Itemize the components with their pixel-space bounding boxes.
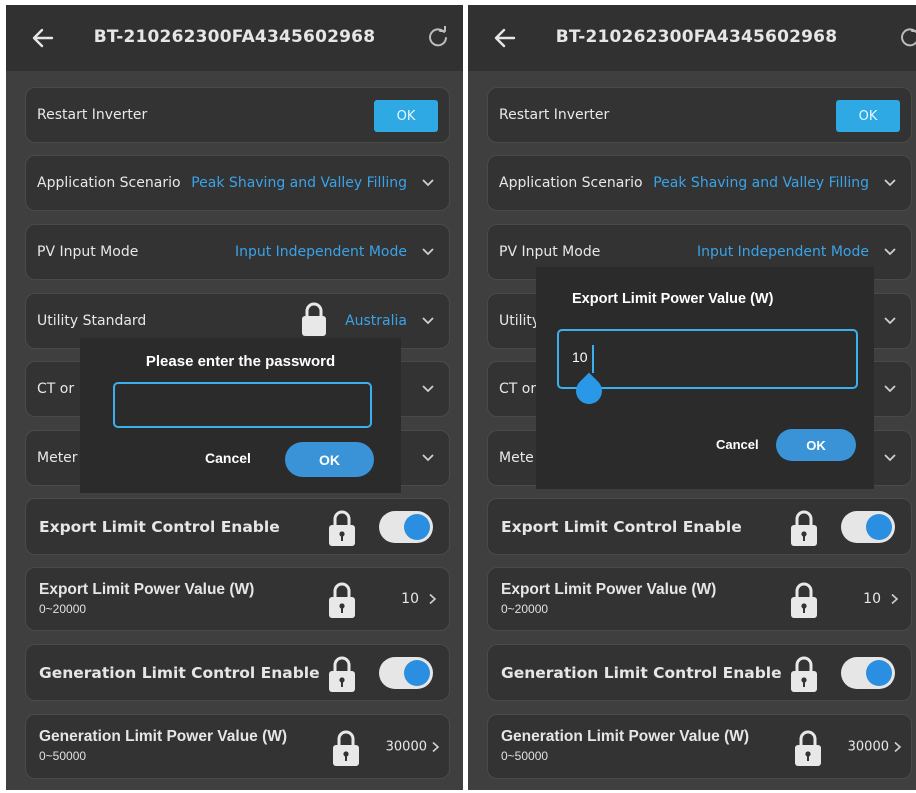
generation-limit-value-label: Generation Limit Power Value (W) bbox=[39, 728, 288, 745]
toggle-knob bbox=[866, 660, 892, 686]
chevron-down-icon bbox=[422, 317, 434, 325]
export-limit-enable-row: Export Limit Control Enable bbox=[487, 498, 912, 555]
pv-input-mode-value: Input Independent Mode bbox=[696, 244, 869, 260]
pv-input-mode-label: PV Input Mode bbox=[37, 244, 139, 260]
generation-limit-value-row[interactable]: Generation Limit Power Value (W) 0~50000… bbox=[487, 714, 912, 779]
top-bar: BT-210262300FA4345602968 bbox=[6, 5, 463, 71]
generation-limit-range: 0~50000 bbox=[501, 749, 549, 763]
application-scenario-row[interactable]: Application Scenario Peak Shaving and Va… bbox=[487, 155, 912, 211]
export-limit-value: 10 bbox=[863, 591, 881, 607]
generation-limit-value-label: Generation Limit Power Value (W) bbox=[501, 728, 750, 745]
chevron-down-icon bbox=[422, 248, 434, 256]
ok-button[interactable]: OK bbox=[776, 429, 856, 461]
generation-limit-enable-label: Generation Limit Control Enable bbox=[39, 663, 320, 682]
lock-icon bbox=[333, 730, 359, 766]
generation-limit-toggle[interactable] bbox=[379, 657, 433, 689]
toggle-knob bbox=[404, 660, 430, 686]
chevron-right-icon bbox=[432, 741, 440, 752]
export-limit-value-label: Export Limit Power Value (W) bbox=[501, 581, 717, 598]
generation-limit-enable-label: Generation Limit Control Enable bbox=[501, 663, 782, 682]
generation-limit-value: 30000 bbox=[385, 739, 427, 754]
toggle-knob bbox=[404, 514, 430, 540]
left-screen: BT-210262300FA4345602968 Restart Inverte… bbox=[6, 5, 463, 790]
generation-limit-value-row[interactable]: Generation Limit Power Value (W) 0~50000… bbox=[25, 714, 450, 779]
generation-limit-range: 0~50000 bbox=[39, 749, 87, 763]
export-limit-range: 0~20000 bbox=[39, 602, 87, 616]
chevron-down-icon bbox=[884, 179, 896, 187]
refresh-icon[interactable] bbox=[427, 26, 449, 48]
export-limit-value-label: Export Limit Power Value (W) bbox=[39, 581, 255, 598]
utility-standard-label: Utility Standard bbox=[37, 313, 147, 329]
password-input[interactable] bbox=[113, 382, 372, 428]
lock-icon bbox=[329, 582, 355, 618]
application-scenario-row[interactable]: Application Scenario Peak Shaving and Va… bbox=[25, 155, 450, 211]
cancel-button[interactable]: Cancel bbox=[205, 450, 251, 466]
export-limit-input[interactable]: 10 bbox=[557, 329, 858, 389]
export-limit-enable-row: Export Limit Control Enable bbox=[25, 498, 450, 555]
export-limit-value: 10 bbox=[401, 591, 419, 607]
lock-icon bbox=[329, 510, 355, 546]
password-dialog: Please enter the password Cancel OK bbox=[80, 338, 401, 493]
restart-inverter-label: Restart Inverter bbox=[37, 107, 148, 123]
restart-ok-button[interactable]: OK bbox=[836, 100, 900, 132]
export-limit-enable-label: Export Limit Control Enable bbox=[501, 517, 742, 536]
chevron-down-icon bbox=[884, 385, 896, 393]
lock-icon bbox=[329, 656, 355, 692]
right-screen: BT-210262300FA4345602968 Restart Inverte… bbox=[468, 5, 916, 790]
lock-icon bbox=[791, 656, 817, 692]
restart-inverter-row: Restart Inverter OK bbox=[25, 87, 450, 143]
restart-inverter-row: Restart Inverter OK bbox=[487, 87, 912, 143]
chevron-right-icon bbox=[894, 741, 902, 752]
device-title: BT-210262300FA4345602968 bbox=[555, 27, 838, 47]
application-scenario-label: Application Scenario bbox=[37, 175, 181, 191]
input-text: 10 bbox=[572, 349, 588, 365]
ok-button[interactable]: OK bbox=[285, 442, 374, 477]
chevron-down-icon bbox=[884, 454, 896, 462]
chevron-down-icon bbox=[422, 454, 434, 462]
generation-limit-value: 30000 bbox=[847, 739, 889, 754]
chevron-down-icon bbox=[884, 248, 896, 256]
lock-icon bbox=[302, 302, 326, 336]
generation-limit-enable-row: Generation Limit Control Enable bbox=[487, 644, 912, 701]
chevron-down-icon bbox=[884, 317, 896, 325]
ct-or-label: CT or bbox=[499, 381, 537, 397]
refresh-icon[interactable] bbox=[899, 26, 916, 48]
utility-standard-label: Utility bbox=[499, 313, 541, 329]
chevron-right-icon bbox=[891, 593, 899, 605]
export-limit-dialog: Export Limit Power Value (W) 10 Cancel O… bbox=[536, 267, 874, 489]
generation-limit-toggle[interactable] bbox=[841, 657, 895, 689]
export-limit-value-row[interactable]: Export Limit Power Value (W) 0~20000 10 bbox=[487, 567, 912, 631]
application-scenario-label: Application Scenario bbox=[499, 175, 643, 191]
pv-input-mode-value: Input Independent Mode bbox=[234, 244, 407, 260]
utility-standard-value: Australia bbox=[345, 313, 407, 329]
chevron-right-icon bbox=[429, 593, 437, 605]
cancel-button[interactable]: Cancel bbox=[716, 437, 759, 452]
ct-or-label: CT or bbox=[37, 381, 75, 397]
export-limit-toggle[interactable] bbox=[841, 511, 895, 543]
export-limit-value-row[interactable]: Export Limit Power Value (W) 0~20000 10 bbox=[25, 567, 450, 631]
chevron-down-icon bbox=[422, 179, 434, 187]
lock-icon bbox=[791, 510, 817, 546]
pv-input-mode-label: PV Input Mode bbox=[499, 244, 601, 260]
device-title: BT-210262300FA4345602968 bbox=[93, 27, 376, 47]
generation-limit-enable-row: Generation Limit Control Enable bbox=[25, 644, 450, 701]
top-bar: BT-210262300FA4345602968 bbox=[468, 5, 916, 71]
export-limit-dialog-title: Export Limit Power Value (W) bbox=[572, 291, 774, 307]
export-limit-range: 0~20000 bbox=[501, 602, 549, 616]
toggle-knob bbox=[866, 514, 892, 540]
meter-label: Mete bbox=[499, 450, 534, 466]
lock-icon bbox=[791, 582, 817, 618]
export-limit-toggle[interactable] bbox=[379, 511, 433, 543]
password-dialog-title: Please enter the password bbox=[145, 353, 336, 370]
restart-ok-button[interactable]: OK bbox=[374, 100, 438, 132]
application-scenario-value: Peak Shaving and Valley Filling bbox=[653, 175, 869, 191]
restart-inverter-label: Restart Inverter bbox=[499, 107, 610, 123]
export-limit-enable-label: Export Limit Control Enable bbox=[39, 517, 280, 536]
chevron-down-icon bbox=[422, 385, 434, 393]
text-cursor bbox=[592, 345, 594, 373]
meter-label: Meter bbox=[37, 450, 78, 466]
application-scenario-value: Peak Shaving and Valley Filling bbox=[191, 175, 407, 191]
pv-input-mode-row[interactable]: PV Input Mode Input Independent Mode bbox=[25, 224, 450, 280]
lock-icon bbox=[795, 730, 821, 766]
